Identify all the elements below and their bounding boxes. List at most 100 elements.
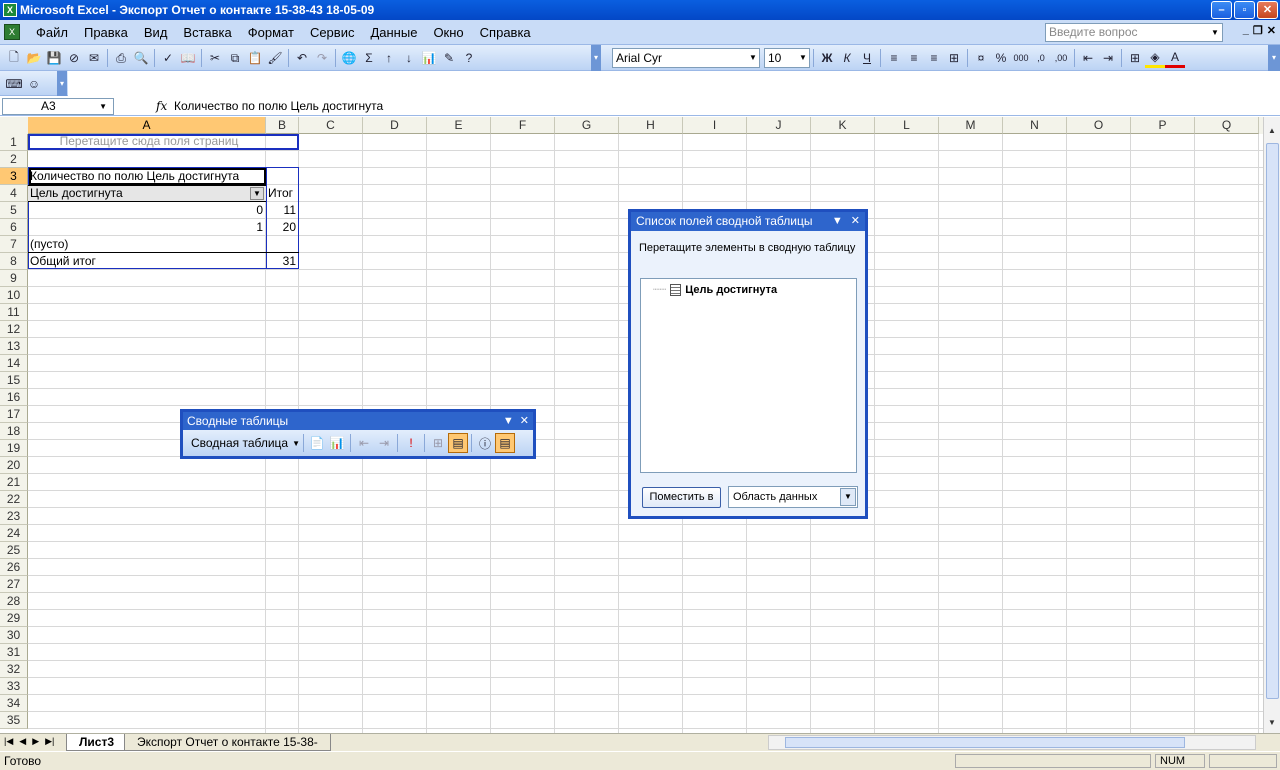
field-list-titlebar[interactable]: Список полей сводной таблицы ▼ ✕ xyxy=(631,212,865,231)
menu-data[interactable]: Данные xyxy=(362,25,425,41)
row-header[interactable]: 34 xyxy=(0,695,28,712)
row-header[interactable]: 11 xyxy=(0,304,28,321)
column-header[interactable]: L xyxy=(875,117,939,134)
minimize-button[interactable]: – xyxy=(1211,1,1232,19)
align-center-icon[interactable]: ≡ xyxy=(904,48,924,68)
column-header[interactable]: I xyxy=(683,117,747,134)
bold-icon[interactable]: Ж xyxy=(817,48,837,68)
paste-icon[interactable]: 📋 xyxy=(245,48,265,68)
scroll-down-icon[interactable]: ▼ xyxy=(1264,715,1280,731)
scroll-thumb[interactable] xyxy=(785,737,1185,748)
row-header[interactable]: 30 xyxy=(0,627,28,644)
sort-descending-icon[interactable]: ↓ xyxy=(399,48,419,68)
currency-icon[interactable]: ¤ xyxy=(971,48,991,68)
undo-icon[interactable]: ↶ xyxy=(292,48,312,68)
fill-color-icon[interactable]: ◈ xyxy=(1145,48,1165,68)
redo-icon[interactable]: ↷ xyxy=(312,48,332,68)
sort-ascending-icon[interactable]: ↑ xyxy=(379,48,399,68)
ask-question-input[interactable]: Введите вопрос ▼ xyxy=(1045,23,1223,42)
research-icon[interactable]: 📖 xyxy=(178,48,198,68)
always-display-items-icon[interactable]: ▤ xyxy=(448,433,468,453)
font-size-select[interactable]: 10 ▼ xyxy=(764,48,810,68)
sheet-tab-active[interactable]: Лист3 xyxy=(66,734,128,751)
horizontal-scrollbar[interactable] xyxy=(768,735,1256,750)
area-select[interactable]: Область данных ▼ xyxy=(728,486,858,508)
scroll-thumb[interactable] xyxy=(1266,143,1279,699)
decrease-decimal-icon[interactable]: ,00 xyxy=(1051,48,1071,68)
row-header[interactable]: 7 xyxy=(0,236,28,253)
row-header[interactable]: 27 xyxy=(0,576,28,593)
smiley-icon[interactable]: ☺ xyxy=(24,74,44,94)
show-detail-icon[interactable]: ⇥ xyxy=(374,433,394,453)
chevron-down-icon[interactable]: ▼ xyxy=(503,412,514,430)
menu-insert[interactable]: Вставка xyxy=(175,25,239,41)
fx-icon[interactable]: fx xyxy=(156,99,167,113)
row-header[interactable]: 20 xyxy=(0,457,28,474)
column-header[interactable]: F xyxy=(491,117,555,134)
vertical-scrollbar[interactable]: ▲ ▼ xyxy=(1263,117,1280,733)
workbook-icon[interactable]: X xyxy=(4,24,20,40)
row-header[interactable]: 6 xyxy=(0,219,28,236)
percent-icon[interactable]: % xyxy=(991,48,1011,68)
row-header[interactable]: 5 xyxy=(0,202,28,219)
hide-detail-icon[interactable]: ⇤ xyxy=(354,433,374,453)
row-header[interactable]: 25 xyxy=(0,542,28,559)
row-header[interactable]: 21 xyxy=(0,474,28,491)
show-field-list-icon[interactable]: ▤ xyxy=(495,433,515,453)
permission-icon[interactable]: ⊘ xyxy=(64,48,84,68)
merge-center-icon[interactable]: ⊞ xyxy=(944,48,964,68)
menu-help[interactable]: Справка xyxy=(472,25,539,41)
column-header[interactable]: P xyxy=(1131,117,1195,134)
row-header[interactable]: 33 xyxy=(0,678,28,695)
row-header[interactable]: 29 xyxy=(0,610,28,627)
menu-file[interactable]: Файл xyxy=(28,25,76,41)
menu-edit[interactable]: Правка xyxy=(76,25,136,41)
column-header[interactable]: E xyxy=(427,117,491,134)
toolbar-options-icon[interactable]: ▾ xyxy=(1268,45,1280,71)
first-sheet-icon[interactable]: |◀ xyxy=(4,736,13,747)
print-icon[interactable]: ⎙ xyxy=(111,48,131,68)
column-header[interactable]: A xyxy=(28,117,266,134)
row-header[interactable]: 8 xyxy=(0,253,28,270)
row-header[interactable]: 18 xyxy=(0,423,28,440)
menu-format[interactable]: Формат xyxy=(240,25,302,41)
row-header[interactable]: 9 xyxy=(0,270,28,287)
underline-icon[interactable]: Ч xyxy=(857,48,877,68)
row-header[interactable]: 1 xyxy=(0,134,28,151)
chevron-down-icon[interactable]: ▼ xyxy=(250,187,264,200)
help-icon[interactable]: ? xyxy=(459,48,479,68)
column-header[interactable]: H xyxy=(619,117,683,134)
chart-wizard-icon[interactable]: 📊 xyxy=(419,48,439,68)
thousands-icon[interactable]: 000 xyxy=(1011,48,1031,68)
menu-view[interactable]: Вид xyxy=(136,25,176,41)
pivot-table-menu[interactable]: Сводная таблица xyxy=(187,436,292,450)
align-right-icon[interactable]: ≡ xyxy=(924,48,944,68)
row-header[interactable]: 17 xyxy=(0,406,28,423)
font-color-icon[interactable]: A xyxy=(1165,48,1185,68)
prev-sheet-icon[interactable]: ◀ xyxy=(19,736,26,747)
toolbar-options-icon[interactable]: ▾ xyxy=(591,45,601,71)
row-header[interactable]: 19 xyxy=(0,440,28,457)
close-button[interactable]: ✕ xyxy=(1257,1,1278,19)
add-to-button[interactable]: Поместить в xyxy=(642,487,721,508)
column-header[interactable]: D xyxy=(363,117,427,134)
doc-restore-button[interactable]: ❐ xyxy=(1253,24,1263,37)
row-header[interactable]: 2 xyxy=(0,151,28,168)
save-icon[interactable]: 💾 xyxy=(44,48,64,68)
column-header[interactable]: B xyxy=(266,117,299,134)
pivot-toolbar-titlebar[interactable]: Сводные таблицы ▼ ✕ xyxy=(183,412,533,430)
open-icon[interactable]: 📂 xyxy=(24,48,44,68)
chevron-down-icon[interactable]: ▼ xyxy=(747,49,759,67)
row-header[interactable]: 35 xyxy=(0,712,28,729)
refresh-data-icon[interactable]: ! xyxy=(401,433,421,453)
column-header[interactable]: O xyxy=(1067,117,1131,134)
doc-close-button[interactable]: ✕ xyxy=(1267,24,1276,37)
field-item[interactable]: ┈┈ Цель достигнута xyxy=(653,283,777,296)
pivot-chart-icon[interactable]: 📊 xyxy=(327,433,347,453)
spelling-icon[interactable]: ✓ xyxy=(158,48,178,68)
chevron-down-icon[interactable]: ▼ xyxy=(292,439,300,448)
next-sheet-icon[interactable]: ▶ xyxy=(32,736,39,747)
include-hidden-icon[interactable]: ⊞ xyxy=(428,433,448,453)
last-sheet-icon[interactable]: ▶| xyxy=(45,736,54,747)
maximize-button[interactable]: ▫ xyxy=(1234,1,1255,19)
